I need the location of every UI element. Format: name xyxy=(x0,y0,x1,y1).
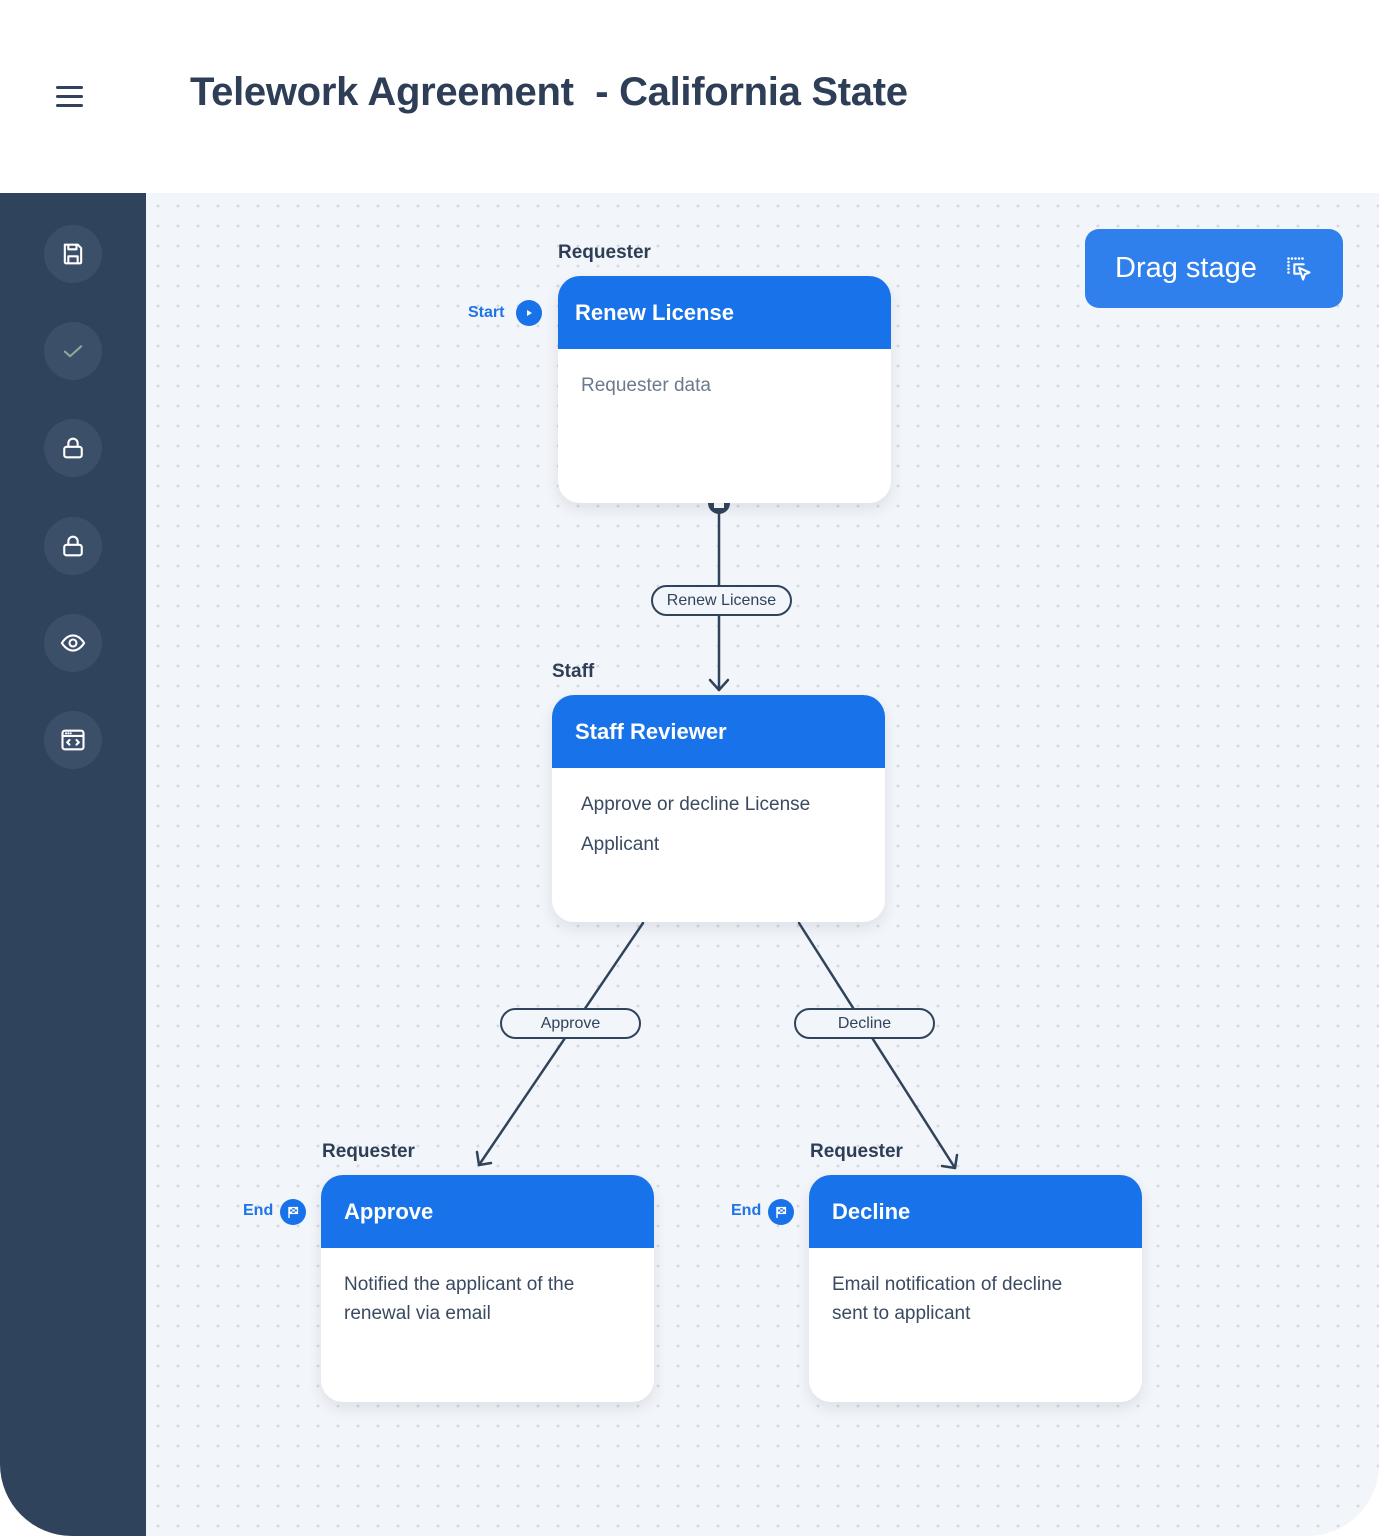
stage-node-renew-license[interactable]: Renew License Requester data xyxy=(558,276,891,503)
lock-icon xyxy=(63,437,83,459)
sidebar-code-button[interactable] xyxy=(44,711,102,769)
edge-label-decline[interactable]: Decline xyxy=(794,1008,935,1039)
stage-node-approve[interactable]: Approve Notified the applicant of the re… xyxy=(321,1175,654,1402)
node-title: Staff Reviewer xyxy=(552,695,885,768)
start-label: Start xyxy=(468,304,505,321)
node-description: Applicant xyxy=(581,834,660,855)
lock-icon xyxy=(63,535,83,557)
end-label: End xyxy=(243,1202,274,1219)
checkered-flag-icon xyxy=(288,1206,299,1218)
node-role-label: Requester xyxy=(322,1141,415,1162)
node-role-label: Staff xyxy=(552,661,595,682)
sidebar-validate-button[interactable] xyxy=(44,322,102,380)
checkered-flag-icon xyxy=(776,1206,787,1218)
node-title: Decline xyxy=(809,1175,1142,1248)
edge-label-renew-license[interactable]: Renew License xyxy=(651,585,792,616)
check-icon xyxy=(63,345,83,358)
eye-icon xyxy=(60,634,86,652)
drag-stage-button[interactable]: Drag stage xyxy=(1085,229,1343,308)
sidebar-lock-button-2[interactable] xyxy=(44,517,102,575)
stage-node-decline[interactable]: Decline Email notification of decline se… xyxy=(809,1175,1142,1402)
sidebar xyxy=(0,193,146,1536)
node-role-label: Requester xyxy=(558,242,651,263)
sidebar-preview-button[interactable] xyxy=(44,614,102,672)
node-description: Requester data xyxy=(581,375,711,396)
end-marker[interactable] xyxy=(280,1199,306,1225)
play-icon xyxy=(527,310,532,316)
end-label: End xyxy=(731,1202,762,1219)
stage-node-staff-reviewer[interactable]: Staff Reviewer Approve or decline Licens… xyxy=(552,695,885,922)
drag-select-icon xyxy=(1287,257,1311,281)
edge-label-approve[interactable]: Approve xyxy=(500,1008,641,1039)
drag-stage-label: Drag stage xyxy=(1115,252,1257,284)
end-marker[interactable] xyxy=(768,1199,794,1225)
app-frame: Telework Agreement - California State Re… xyxy=(0,0,1379,1536)
save-icon xyxy=(63,243,83,265)
start-marker[interactable] xyxy=(516,300,542,326)
node-role-label: Requester xyxy=(810,1141,903,1162)
node-title: Approve xyxy=(321,1175,654,1248)
page-title: Telework Agreement - California State xyxy=(190,70,908,114)
node-description: Email notification of decline sent to ap… xyxy=(832,1274,1063,1324)
node-description: Approve or decline License xyxy=(581,794,811,815)
code-window-icon xyxy=(61,729,85,751)
hamburger-menu-icon[interactable] xyxy=(56,86,83,108)
sidebar-save-button[interactable] xyxy=(44,225,102,283)
top-bar: Telework Agreement - California State xyxy=(0,0,1379,193)
node-title: Renew License xyxy=(558,276,891,349)
node-description: Notified the applicant of the renewal vi… xyxy=(344,1274,575,1324)
sidebar-lock-button[interactable] xyxy=(44,419,102,477)
